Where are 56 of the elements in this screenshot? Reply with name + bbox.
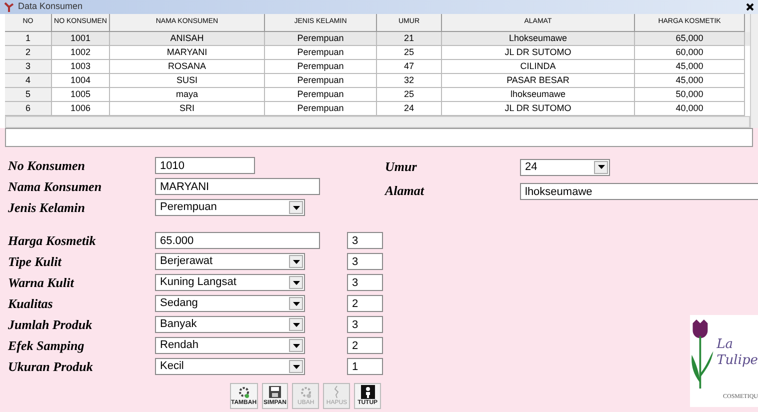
- caret-icon: [292, 364, 300, 368]
- close-icon[interactable]: [746, 3, 754, 11]
- caret-icon: [292, 322, 300, 326]
- field-label: Tipe Kulit: [8, 252, 63, 271]
- gear-icon: [236, 384, 251, 398]
- field-label: Jenis Kelamin: [8, 198, 86, 217]
- window-title: Data Konsumen: [18, 0, 84, 14]
- dropdown[interactable]: 24: [520, 158, 610, 176]
- dropdown[interactable]: Banyak: [155, 316, 305, 333]
- dropdown[interactable]: Sedang: [155, 295, 305, 312]
- dropdown[interactable]: Perempuan: [155, 199, 305, 216]
- table-cell: 4: [5, 74, 52, 88]
- logo-text: La: [716, 337, 734, 353]
- input-field[interactable]: 1010: [155, 157, 255, 174]
- field-label: No Konsumen: [8, 156, 86, 175]
- table-cell: 5: [5, 88, 52, 102]
- score-field[interactable]: 3: [347, 274, 383, 291]
- score-field[interactable]: 3: [347, 316, 383, 333]
- field-label: Kualitas: [8, 294, 54, 313]
- field-label: Ukuran Produk: [8, 358, 94, 376]
- caret-icon: [292, 344, 300, 348]
- gear-icon: [298, 384, 313, 398]
- caret-icon: [292, 260, 300, 264]
- field-label: Efek Samping: [8, 336, 86, 355]
- field-label: Alamat: [385, 182, 426, 200]
- dropdown[interactable]: Kuning Langsat: [155, 274, 305, 291]
- score-field[interactable]: 3: [347, 253, 383, 270]
- person-exit-icon: [360, 384, 375, 398]
- dropdown[interactable]: Rendah: [155, 337, 305, 354]
- horizontal-scrollbar[interactable]: [5, 116, 750, 128]
- field-label: Harga Kosmetik: [8, 232, 97, 250]
- score-field[interactable]: 2: [347, 295, 383, 312]
- field-label: Warna Kulit: [8, 274, 76, 292]
- input-field[interactable]: lhokseumawe: [520, 182, 758, 200]
- score-field[interactable]: 2: [347, 337, 383, 354]
- caret-icon: [292, 302, 300, 306]
- vertical-scrollbar[interactable]: [750, 14, 758, 128]
- table-cell: 3: [5, 60, 52, 74]
- score-field[interactable]: 3: [347, 232, 383, 249]
- input-field[interactable]: 65.000: [155, 232, 320, 249]
- dropdown[interactable]: Berjerawat: [155, 253, 305, 270]
- input-field[interactable]: MARYANI: [155, 178, 320, 195]
- logo-text: Tulipe: [716, 353, 758, 369]
- plant-icon: [4, 2, 14, 12]
- caret-icon: [292, 206, 300, 210]
- table-cell: 2: [5, 46, 52, 60]
- table-cell: 1: [5, 32, 52, 46]
- caret-icon: [292, 280, 300, 284]
- score-field[interactable]: 1: [347, 358, 383, 375]
- table-cell: 6: [5, 102, 52, 116]
- caret-icon: [598, 165, 604, 169]
- dropdown[interactable]: Kecil: [155, 358, 305, 375]
- table-row[interactable]: 1 1001 ANISAH Perempuan 21 Lhokseumawe 65,000: [5, 32, 750, 46]
- field-label: Umur: [385, 158, 418, 176]
- field-label: Nama Konsumen: [8, 178, 103, 196]
- field-label: Jumlah Produk: [8, 316, 94, 334]
